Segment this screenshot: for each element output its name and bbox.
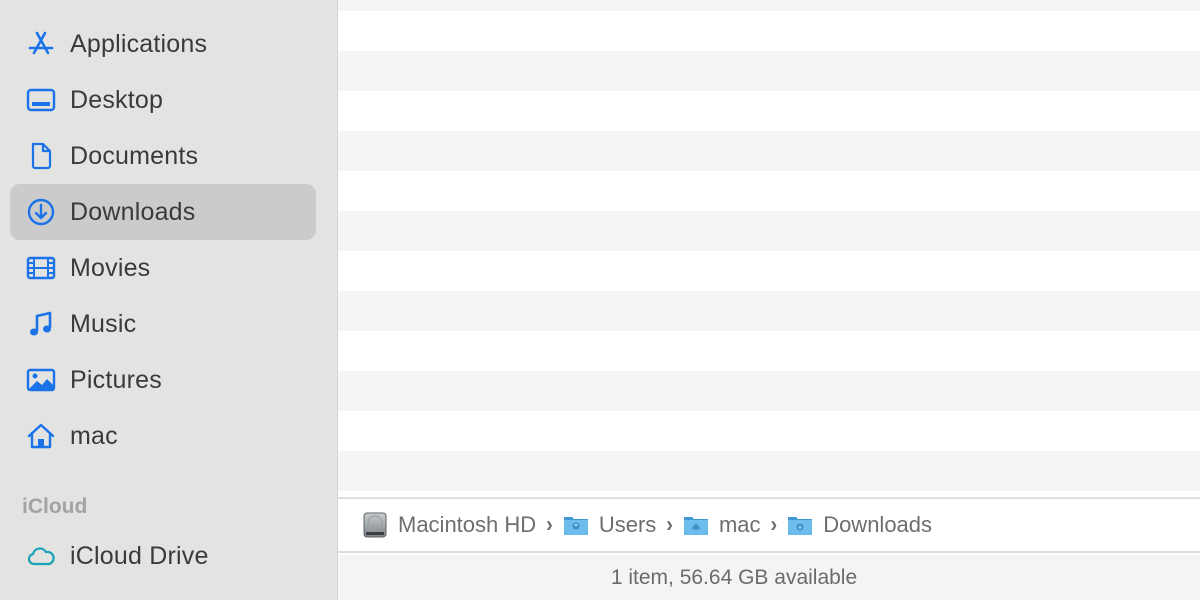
film-icon <box>26 253 56 283</box>
list-row[interactable] <box>338 211 1200 251</box>
sidebar-item-music[interactable]: Music <box>10 296 316 352</box>
cloud-icon <box>26 541 56 571</box>
list-row[interactable] <box>338 331 1200 371</box>
sidebar-item-downloads[interactable]: Downloads <box>10 184 316 240</box>
crumb-label: mac <box>718 512 761 537</box>
users-folder-icon <box>563 517 588 535</box>
status-text: 1 item, 56.64 GB available <box>610 565 858 589</box>
sidebar-item-label: Movies <box>70 253 151 282</box>
list-row[interactable] <box>338 291 1200 331</box>
sidebar-item-label: mac <box>70 421 118 450</box>
desktop-icon <box>26 85 56 115</box>
list-row[interactable] <box>338 51 1200 91</box>
list-row[interactable] <box>338 171 1200 211</box>
sidebar-item-home[interactable]: mac <box>10 408 316 464</box>
downloads-icon <box>26 197 56 227</box>
list-row[interactable] <box>338 11 1200 51</box>
crumb-label: Users <box>598 512 657 537</box>
sidebar-item-label: Documents <box>70 141 199 170</box>
downloads-folder-icon <box>788 517 813 535</box>
chevron-right-icon: › <box>546 512 553 537</box>
sidebar-item-applications[interactable]: Applications <box>10 16 316 72</box>
file-list[interactable] <box>338 0 1200 497</box>
home-icon <box>26 421 56 451</box>
list-row[interactable] <box>338 411 1200 451</box>
crumb-macintosh-hd[interactable]: Macintosh HD <box>362 512 536 538</box>
home-folder-icon <box>683 517 708 535</box>
chevron-right-icon: › <box>770 512 778 537</box>
sidebar-item-documents[interactable]: Documents <box>10 128 316 184</box>
sidebar-item-label: Pictures <box>70 365 162 394</box>
list-row[interactable] <box>338 251 1200 291</box>
sidebar-item-movies[interactable]: Movies <box>10 240 316 296</box>
crumb-users[interactable]: Users <box>563 512 656 538</box>
sidebar-item-pictures[interactable]: Pictures <box>10 352 316 408</box>
status-bar: 1 item, 56.64 GB available <box>338 555 1200 600</box>
list-row[interactable] <box>338 0 1200 11</box>
list-row[interactable] <box>338 451 1200 491</box>
sidebar-item-label: iCloud Drive <box>70 541 209 570</box>
hard-drive-icon <box>363 512 387 538</box>
sidebar-item-label: Applications <box>70 29 208 58</box>
list-row[interactable] <box>338 131 1200 171</box>
clipped-sidebar-item <box>26 594 66 600</box>
sidebar: Applications Desktop Documents Downloads <box>0 0 338 600</box>
sidebar-item-icloud-drive[interactable]: iCloud Drive <box>10 528 316 584</box>
document-icon <box>26 141 56 171</box>
crumb-label: Macintosh HD <box>398 512 537 537</box>
music-note-icon <box>26 309 56 339</box>
crumb-mac[interactable]: mac <box>683 512 761 538</box>
clipped-sidebar-item <box>140 0 154 2</box>
sidebar-item-label: Downloads <box>70 197 196 226</box>
file-list-area: Macintosh HD › Users › mac › Downloads 1… <box>338 0 1200 600</box>
crumb-downloads[interactable]: Downloads <box>787 512 932 538</box>
list-row[interactable] <box>338 91 1200 131</box>
applications-icon <box>26 29 56 59</box>
crumb-label: Downloads <box>823 512 933 537</box>
sidebar-item-label: Desktop <box>70 85 164 114</box>
sidebar-item-label: Music <box>70 309 137 338</box>
sidebar-item-desktop[interactable]: Desktop <box>10 72 316 128</box>
chevron-right-icon: › <box>666 512 673 537</box>
list-row[interactable] <box>338 371 1200 411</box>
photo-icon <box>26 365 56 395</box>
section-header-icloud: iCloud <box>22 495 88 518</box>
path-bar: Macintosh HD › Users › mac › Downloads <box>338 497 1200 553</box>
